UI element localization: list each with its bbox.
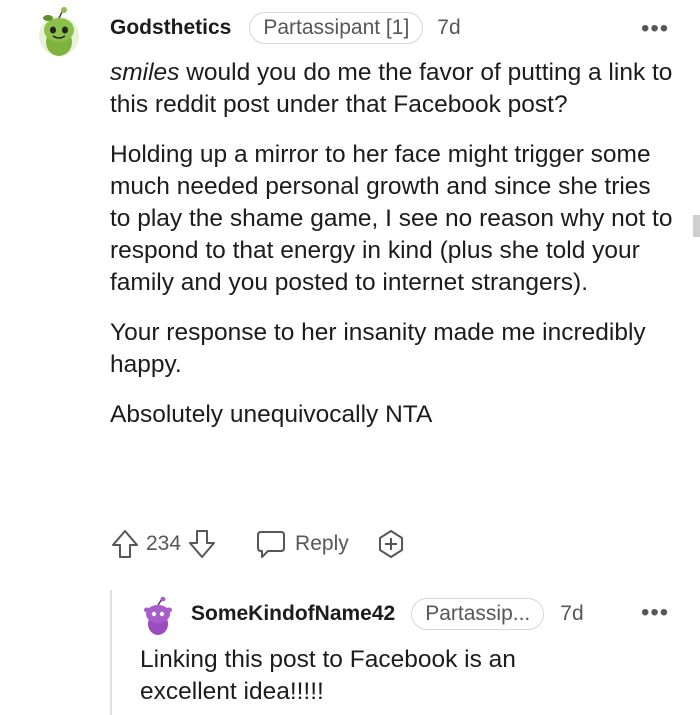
comment-age: 7d [437, 16, 461, 39]
comment-paragraph: Your response to her insanity made me in… [110, 319, 646, 378]
more-icon[interactable]: ••• [641, 601, 669, 625]
comment-paragraph: Absolutely unequivocally NTA [110, 401, 433, 428]
username[interactable]: Godsthetics [110, 16, 231, 40]
comment-age: 7d [560, 602, 584, 625]
user-flair: Partassip... [411, 598, 545, 630]
comment-meta: Godsthetics Partassipant [1] 7d [110, 12, 461, 44]
comment-actions: 234 Reply [110, 528, 407, 560]
comment-emphasis: smiles [110, 59, 180, 86]
snoo-avatar-purple-icon[interactable] [140, 596, 176, 636]
reply-body: Linking this post to Facebook is an exce… [140, 644, 600, 708]
downvote-icon[interactable] [187, 528, 217, 560]
scrollbar[interactable] [693, 215, 700, 237]
comment-paragraph: Holding up a mirror to her face might tr… [110, 141, 673, 296]
username[interactable]: SomeKindofName42 [191, 602, 395, 626]
snoo-avatar-green-icon[interactable] [36, 6, 82, 58]
comment-paragraph: smiles would you do me the favor of putt… [110, 57, 675, 121]
reply-button[interactable]: Reply [255, 529, 349, 559]
more-icon[interactable]: ••• [641, 17, 669, 41]
comment-paragraph-rest: would you do me the favor of putting a l… [110, 59, 673, 118]
comment-paragraph: Linking this post to Facebook is an exce… [140, 646, 516, 705]
upvote-icon[interactable] [110, 528, 140, 560]
reply-label: Reply [295, 532, 349, 555]
user-flair: Partassipant [1] [249, 12, 424, 44]
thread-line[interactable] [110, 590, 112, 715]
reply-icon [255, 529, 287, 559]
vote-count: 234 [146, 532, 182, 555]
reply-meta: SomeKindofName42 Partassip... 7d [191, 598, 584, 630]
award-icon[interactable] [375, 528, 407, 560]
comment-body: smiles would you do me the favor of putt… [110, 57, 675, 431]
